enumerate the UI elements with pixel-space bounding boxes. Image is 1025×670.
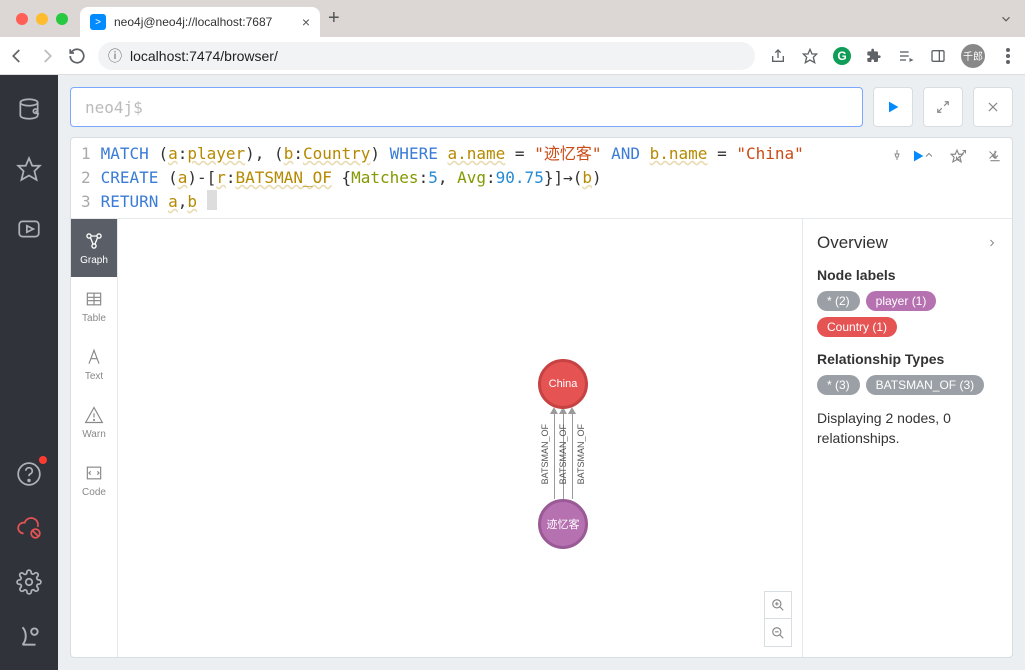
browser-tab[interactable]: > neo4j@neo4j://localhost:7687 ×: [80, 7, 320, 37]
tabs-collapse-icon[interactable]: [999, 12, 1013, 26]
site-info-icon[interactable]: ⓘ: [108, 46, 122, 66]
nav-back-button[interactable]: [8, 47, 28, 65]
overview-footer: Displaying 2 nodes, 0 relationships.: [817, 409, 998, 448]
close-frame-icon[interactable]: [986, 148, 1000, 162]
chip[interactable]: BATSMAN_OF (3): [866, 375, 984, 395]
node-labels-heading: Node labels: [817, 267, 998, 283]
relationship-label: BATSMAN_OF: [540, 424, 550, 484]
chip[interactable]: player (1): [866, 291, 937, 311]
new-tab-button[interactable]: +: [328, 7, 340, 30]
playlist-icon[interactable]: [897, 47, 915, 65]
view-tabs: Graph Table Text Warn: [71, 219, 118, 657]
cloud-sync-icon[interactable]: [13, 512, 45, 544]
collapse-up-icon[interactable]: [922, 148, 936, 162]
bookmark-star-icon[interactable]: [801, 47, 819, 65]
help-icon[interactable]: [13, 458, 45, 490]
line-gutter: 1 2 3: [71, 142, 101, 214]
favorites-star-icon[interactable]: [13, 153, 45, 185]
code-body[interactable]: MATCH (a:player), (b:Country) WHERE a.na…: [101, 142, 1012, 214]
rel-types-heading: Relationship Types: [817, 351, 998, 367]
window-minimize[interactable]: [36, 13, 48, 25]
profile-avatar[interactable]: 千郎: [961, 44, 985, 68]
notification-dot: [39, 456, 47, 464]
graph-node-player[interactable]: 迹忆客: [538, 499, 588, 549]
pin-icon[interactable]: [890, 148, 904, 162]
tab-title: neo4j@neo4j://localhost:7687: [114, 15, 272, 29]
grammarly-icon[interactable]: G: [833, 47, 851, 65]
relationship-label: BATSMAN_OF: [576, 424, 586, 484]
close-editor-button[interactable]: [973, 87, 1013, 127]
query-prompt: neo4j$: [85, 98, 143, 117]
guides-play-icon[interactable]: [13, 213, 45, 245]
kebab-menu-icon[interactable]: [999, 47, 1017, 65]
nav-reload-button[interactable]: [68, 47, 88, 65]
tab-favicon: >: [90, 14, 106, 30]
view-tab-text[interactable]: Text: [71, 335, 117, 393]
toolbar-right: G 千郎: [769, 44, 1017, 68]
chip[interactable]: * (2): [817, 291, 860, 311]
fullscreen-button[interactable]: [923, 87, 963, 127]
relationship-edge[interactable]: [572, 409, 573, 499]
overview-collapse-icon[interactable]: [986, 237, 998, 249]
rel-type-chips: * (3) BATSMAN_OF (3): [817, 375, 998, 395]
browser-tab-strip: > neo4j@neo4j://localhost:7687 × +: [0, 0, 1025, 37]
run-query-button[interactable]: [873, 87, 913, 127]
neo4j-content: neo4j$: [58, 75, 1025, 670]
share-icon[interactable]: [769, 47, 787, 65]
node-label-chips: * (2) player (1) Country (1): [817, 291, 998, 337]
viz-row: Graph Table Text Warn: [71, 219, 1012, 657]
zoom-controls: [764, 591, 792, 647]
extensions-icon[interactable]: [865, 47, 883, 65]
chip[interactable]: * (3): [817, 375, 860, 395]
window-controls: [16, 13, 68, 25]
code-editor[interactable]: 1 2 3 MATCH (a:player), (b:Country) WHER…: [71, 138, 1012, 219]
neo4j-app: neo4j$: [0, 75, 1025, 670]
zoom-in-button[interactable]: [764, 591, 792, 619]
result-frame: 1 2 3 MATCH (a:player), (b:Country) WHER…: [70, 137, 1013, 658]
settings-gear-icon[interactable]: [13, 566, 45, 598]
view-tab-graph[interactable]: Graph: [71, 219, 117, 277]
neo4j-sidebar: [0, 75, 58, 670]
tab-close-icon[interactable]: ×: [302, 14, 310, 30]
address-bar[interactable]: ⓘ localhost:7474/browser/: [98, 42, 755, 70]
about-icon[interactable]: [13, 620, 45, 652]
expand-icon[interactable]: [954, 148, 968, 162]
window-maximize[interactable]: [56, 13, 68, 25]
relationship-edge[interactable]: [554, 409, 555, 499]
relationship-label: BATSMAN_OF: [558, 424, 568, 484]
query-strip: neo4j$: [70, 87, 1013, 127]
overview-title: Overview: [817, 233, 888, 253]
graph-canvas[interactable]: BATSMAN_OF BATSMAN_OF BATSMAN_OF China 迹…: [118, 219, 802, 657]
database-icon[interactable]: [13, 93, 45, 125]
frame-head: [878, 144, 1012, 166]
graph-node-country[interactable]: China: [538, 359, 588, 409]
view-tab-warn[interactable]: Warn: [71, 393, 117, 451]
nav-forward-button[interactable]: [38, 47, 58, 65]
overview-panel: Overview Node labels * (2) player (1) Coun…: [802, 219, 1012, 657]
chip[interactable]: Country (1): [817, 317, 897, 337]
window-close[interactable]: [16, 13, 28, 25]
query-input[interactable]: neo4j$: [70, 87, 863, 127]
view-tab-code[interactable]: Code: [71, 451, 117, 509]
zoom-out-button[interactable]: [764, 619, 792, 647]
browser-toolbar: ⓘ localhost:7474/browser/ G 千郎: [0, 37, 1025, 75]
url-text: localhost:7474/browser/: [130, 48, 278, 64]
sidepanel-icon[interactable]: [929, 47, 947, 65]
view-tab-table[interactable]: Table: [71, 277, 117, 335]
